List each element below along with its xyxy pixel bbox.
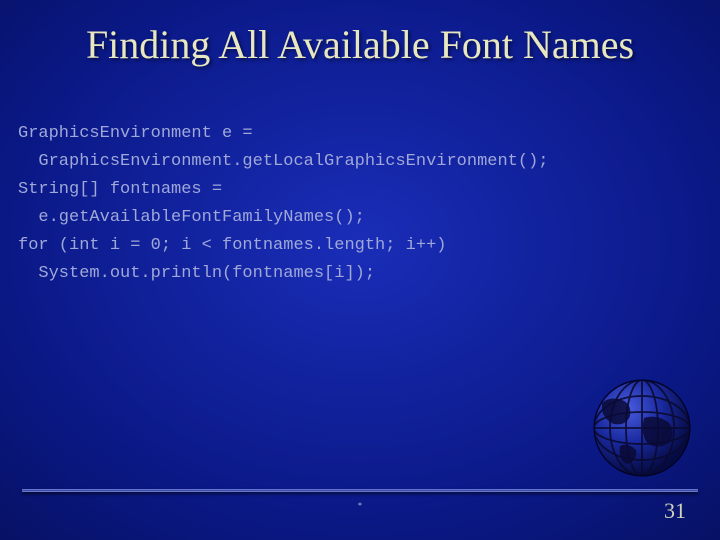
footer-divider bbox=[22, 489, 698, 492]
code-line: e.getAvailableFontFamilyNames(); bbox=[18, 208, 365, 227]
code-line: GraphicsEnvironment.getLocalGraphicsEnvi… bbox=[18, 152, 549, 171]
slide-title: Finding All Available Font Names bbox=[0, 0, 720, 68]
code-line: String[] fontnames = bbox=[18, 180, 222, 199]
code-line: GraphicsEnvironment e = bbox=[18, 124, 253, 143]
footer-mark: * bbox=[358, 501, 362, 510]
code-line: System.out.println(fontnames[i]); bbox=[18, 264, 375, 283]
page-number: 31 bbox=[664, 498, 686, 524]
code-block: GraphicsEnvironment e = GraphicsEnvironm… bbox=[18, 92, 702, 288]
globe-icon bbox=[582, 368, 702, 488]
code-line: for (int i = 0; i < fontnames.length; i+… bbox=[18, 236, 446, 255]
